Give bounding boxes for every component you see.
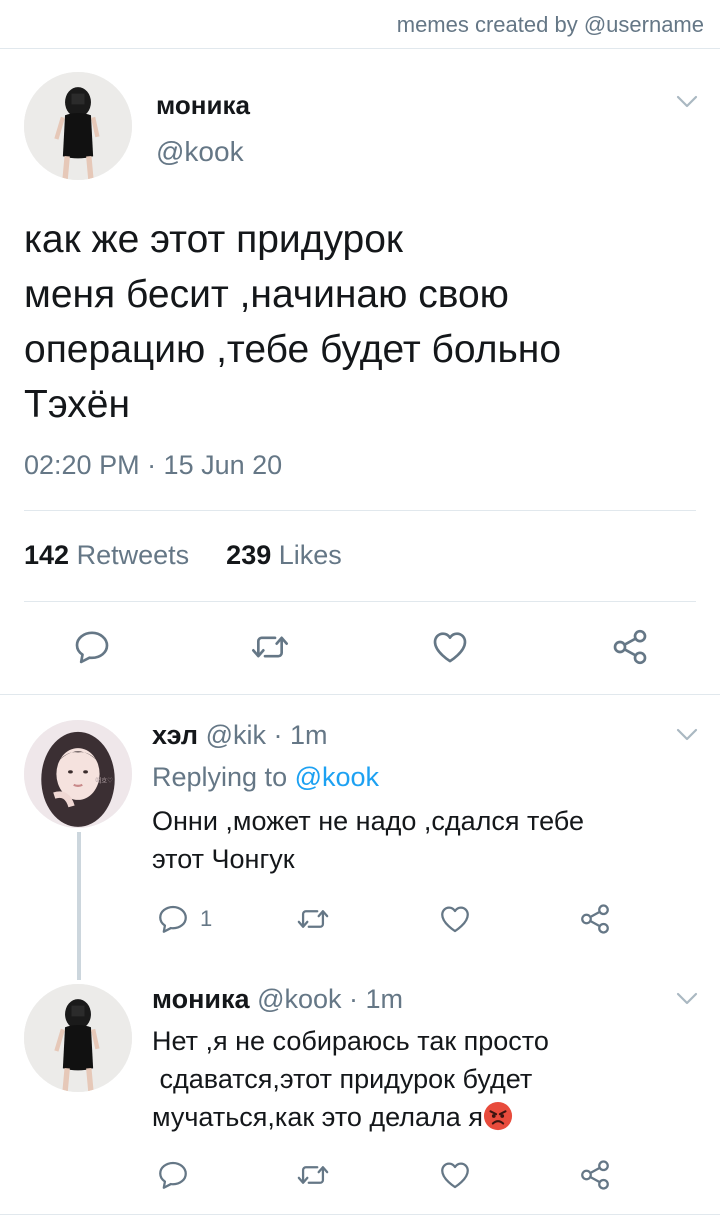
author-handle[interactable]: @kook [156,136,244,168]
replying-to: Replying to @kook [152,762,379,793]
divider [24,601,696,602]
reply-text: Нет ,я не собираюсь так просто сдаватся,… [152,1022,682,1136]
likes-count[interactable]: 239 [226,540,271,570]
thread-connector [77,832,81,980]
reply-button[interactable] [156,1158,190,1192]
reply-icon [72,627,112,667]
author-avatar[interactable] [24,72,132,180]
divider [24,510,696,511]
reply-text-line: Нет ,я не собираюсь так просто [152,1026,549,1056]
replying-to-mention[interactable]: @kook [295,762,379,792]
tweet-text: как же этот придурок меня бесит ,начинаю… [24,212,704,432]
heart-icon [438,902,472,936]
retweets-count[interactable]: 142 [24,540,69,570]
chevron-down-icon[interactable] [676,992,698,1006]
heart-icon [430,627,470,667]
reply-text-line: сдаватся,этот придурок будет [152,1064,533,1094]
author-name[interactable]: моника [156,90,250,121]
reply-icon [156,902,190,936]
share-icon [578,1158,612,1192]
likes-label[interactable]: Likes [279,540,342,570]
tweet-stats: 142 Retweets 239 Likes [24,540,342,571]
like-button[interactable] [438,902,472,936]
share-button[interactable] [578,1158,612,1192]
heart-icon [438,1158,472,1192]
reply-text-line-with-emoji: мучаться,как это делала я [152,1098,682,1136]
reply-button[interactable] [72,627,112,667]
reply-avatar[interactable] [24,720,132,828]
reply-author-name[interactable]: хэл [152,720,198,750]
replying-to-label: Replying to [152,762,288,792]
divider [0,1214,720,1215]
tweet-text-line: операцию ,тебе будет больно [24,328,562,371]
tweet-text-line: меня бесит ,начинаю свою [24,273,509,316]
reply-text-line: Онни ,может не надо ,сдался тебе [152,806,584,836]
reply-author-meta[interactable]: @kik · 1m [206,720,328,750]
reply-count: 1 [200,906,213,931]
reply-header: моника @kook · 1m [152,984,403,1015]
reply-text: Онни ,может не надо ,сдался тебе этот Чо… [152,802,682,878]
share-icon [610,627,650,667]
chevron-down-icon[interactable] [676,95,698,109]
reply-text-line: этот Чонгук [152,844,295,874]
like-button[interactable] [430,627,470,667]
divider [0,694,720,695]
reply-author-meta[interactable]: @kook · 1m [257,984,403,1014]
retweet-icon [296,1158,330,1192]
retweets-label[interactable]: Retweets [77,540,190,570]
reply-avatar[interactable] [24,984,132,1092]
top-divider [0,48,720,49]
watermark-text: memes created by @username [396,12,704,37]
reply-button[interactable]: 1 [156,902,212,936]
retweet-icon [250,627,290,667]
reply-text-line: мучаться,как это делала я [152,1102,483,1132]
share-button[interactable] [578,902,612,936]
tweet-timestamp[interactable]: 02:20 PM · 15 Jun 20 [24,450,282,481]
retweet-button[interactable] [250,627,290,667]
reply-header: хэл @kik · 1m [152,720,328,751]
tweet-text-line: как же этот придурок [24,218,403,261]
reply-icon [156,1158,190,1192]
retweet-button[interactable] [296,1158,330,1192]
like-button[interactable] [438,1158,472,1192]
reply-author-name[interactable]: моника [152,984,250,1014]
tweet-text-line: Тэхён [24,383,131,426]
share-icon [578,902,612,936]
chevron-down-icon[interactable] [676,728,698,742]
share-button[interactable] [610,627,650,667]
angry-face-emoji [483,1101,513,1131]
retweet-button[interactable] [296,902,330,936]
retweet-icon [296,902,330,936]
